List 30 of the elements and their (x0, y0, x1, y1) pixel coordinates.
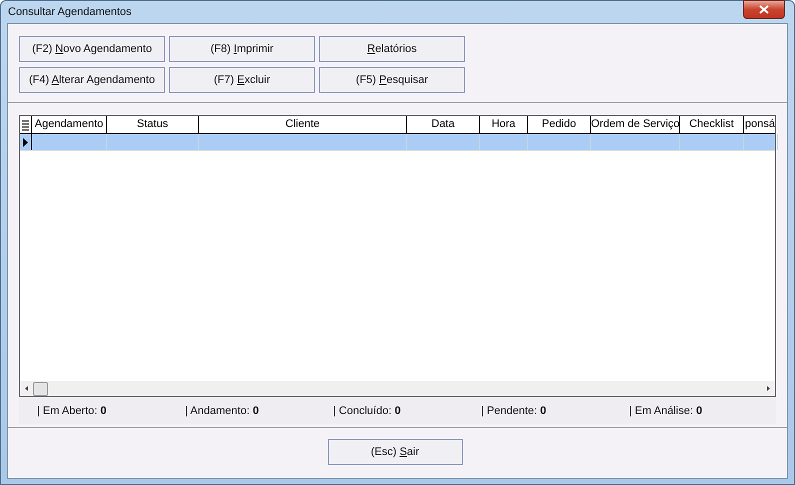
column-header[interactable]: Ordem de Serviço (591, 116, 680, 133)
status-count: | Em Aberto: 0 (37, 404, 108, 416)
toolbar-button[interactable]: (F7) Excluir (169, 67, 315, 93)
toolbar-button[interactable]: (F2) Novo Agendamento (19, 36, 165, 62)
status-count: | Concluído: 0 (333, 404, 402, 416)
toolbar-button[interactable]: Relatórios (319, 36, 465, 62)
horizontal-scrollbar[interactable] (20, 381, 775, 396)
column-header[interactable]: ponsá (744, 116, 775, 133)
row-pointer-icon (23, 138, 28, 146)
column-header[interactable]: Hora (480, 116, 528, 133)
window-title: Consultar Agendamentos (7, 6, 132, 18)
exit-button[interactable]: (Esc) Sair (328, 439, 462, 465)
close-button[interactable] (743, 0, 785, 19)
status-count: | Andamento: 0 (185, 404, 260, 416)
scroll-thumb[interactable] (33, 382, 48, 396)
toolbar-button[interactable]: (F8) Imprimir (169, 36, 315, 62)
toolbar-button[interactable]: (F4) Alterar Agendamento (19, 67, 165, 93)
column-header[interactable]: Agendamento (32, 116, 107, 133)
column-header[interactable]: Cliente (199, 116, 407, 133)
scroll-left-icon[interactable] (24, 385, 30, 392)
column-header[interactable]: Data (407, 116, 480, 133)
column-header[interactable]: Pedido (528, 116, 591, 133)
status-count: | Em Análise: 0 (629, 404, 704, 416)
close-icon (759, 5, 769, 14)
column-header[interactable]: Checklist (680, 116, 744, 133)
toolbar-button[interactable]: (F5) Pesquisar (319, 67, 465, 93)
scroll-right-icon[interactable] (765, 385, 771, 392)
grid-menu-icon[interactable] (20, 116, 32, 133)
status-count: | Pendente: 0 (481, 404, 548, 416)
column-header[interactable]: Status (107, 116, 199, 133)
